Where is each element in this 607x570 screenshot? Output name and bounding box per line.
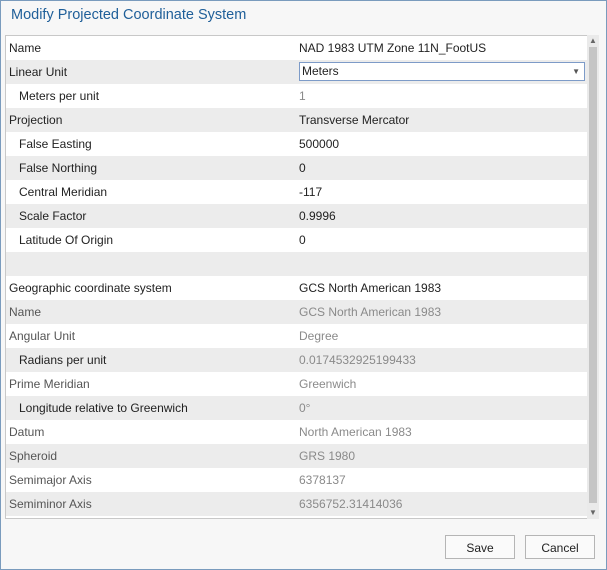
row-prime-meridian: Prime Meridian Greenwich	[6, 372, 588, 396]
row-value: GRS 1980	[299, 449, 356, 463]
scrollbar-thumb[interactable]	[589, 47, 597, 503]
row-semimajor-axis: Semimajor Axis 6378137	[6, 468, 588, 492]
row-value: 6378137	[299, 473, 346, 487]
row-label: Projection	[9, 113, 63, 127]
row-label: Latitude Of Origin	[19, 233, 114, 247]
row-label: Semimajor Axis	[9, 473, 92, 487]
row-value[interactable]: NAD 1983 UTM Zone 11N_FootUS	[299, 36, 486, 60]
row-label: Linear Unit	[9, 65, 68, 79]
vertical-scrollbar[interactable]: ▲ ▼	[587, 35, 599, 519]
row-value[interactable]: 0	[299, 156, 306, 180]
row-value: GCS North American 1983	[299, 305, 442, 319]
row-label: Geographic coordinate system	[9, 281, 172, 295]
row-datum: Datum North American 1983	[6, 420, 588, 444]
scroll-down-icon[interactable]: ▼	[587, 507, 599, 519]
row-false-easting: False Easting 500000	[6, 132, 588, 156]
linear-unit-selected: Meters	[302, 64, 339, 78]
row-name: Name NAD 1983 UTM Zone 11N_FootUS	[6, 36, 588, 60]
cancel-button[interactable]: Cancel	[525, 535, 595, 559]
row-label: False Easting	[19, 137, 92, 151]
row-label: False Northing	[19, 161, 98, 175]
save-button[interactable]: Save	[445, 535, 515, 559]
row-value: 0.0174532925199433	[299, 353, 416, 367]
linear-unit-select[interactable]: Meters ▼	[299, 62, 585, 81]
modify-projected-coordinate-system-dialog: Modify Projected Coordinate System Name …	[0, 0, 607, 570]
row-value[interactable]: 0.9996	[299, 204, 336, 228]
row-spheroid: Spheroid GRS 1980	[6, 444, 588, 468]
row-value: Degree	[299, 329, 339, 343]
row-false-northing: False Northing 0	[6, 156, 588, 180]
row-value: North American 1983	[299, 425, 412, 439]
row-geographic-coordinate-system: Geographic coordinate system GCS North A…	[6, 276, 588, 300]
row-label: Spheroid	[9, 449, 58, 463]
row-value[interactable]: -117	[299, 180, 322, 204]
row-label: Central Meridian	[19, 185, 108, 199]
property-grid: Name NAD 1983 UTM Zone 11N_FootUS Linear…	[5, 35, 589, 519]
row-meters-per-unit: Meters per unit 1	[6, 84, 588, 108]
row-label: Longitude relative to Greenwich	[19, 401, 188, 415]
row-projection: Projection Transverse Mercator	[6, 108, 588, 132]
row-value[interactable]: Transverse Mercator	[299, 108, 409, 132]
row-linear-unit: Linear Unit Meters ▼	[6, 60, 588, 84]
dialog-title: Modify Projected Coordinate System	[11, 7, 247, 23]
chevron-down-icon[interactable]: ▼	[572, 63, 580, 80]
row-longitude-relative: Longitude relative to Greenwich 0°	[6, 396, 588, 420]
row-label: Meters per unit	[19, 89, 100, 103]
row-value[interactable]: GCS North American 1983	[299, 276, 441, 300]
row-central-meridian: Central Meridian -117	[6, 180, 588, 204]
row-label: Prime Meridian	[9, 377, 90, 391]
row-value[interactable]: 500000	[299, 132, 339, 156]
row-label: Name	[9, 305, 42, 319]
row-value: Greenwich	[299, 377, 357, 391]
row-value[interactable]: 0	[299, 228, 306, 252]
row-latitude-of-origin: Latitude Of Origin 0	[6, 228, 588, 252]
row-radians-per-unit: Radians per unit 0.0174532925199433	[6, 348, 588, 372]
row-value: 1	[299, 89, 306, 103]
row-label: Name	[9, 41, 42, 55]
row-label: Radians per unit	[19, 353, 107, 367]
scroll-up-icon[interactable]: ▲	[587, 35, 599, 47]
row-gcs-name: Name GCS North American 1983	[6, 300, 588, 324]
row-semiminor-axis: Semiminor Axis 6356752.31414036	[6, 492, 588, 516]
row-spacer	[6, 252, 588, 276]
row-value: 0°	[299, 401, 311, 415]
row-angular-unit: Angular Unit Degree	[6, 324, 588, 348]
row-label: Datum	[9, 425, 45, 439]
row-label: Angular Unit	[9, 329, 76, 343]
row-scale-factor: Scale Factor 0.9996	[6, 204, 588, 228]
row-label: Scale Factor	[19, 209, 87, 223]
row-value: 6356752.31414036	[299, 497, 403, 511]
row-label: Semiminor Axis	[9, 497, 92, 511]
